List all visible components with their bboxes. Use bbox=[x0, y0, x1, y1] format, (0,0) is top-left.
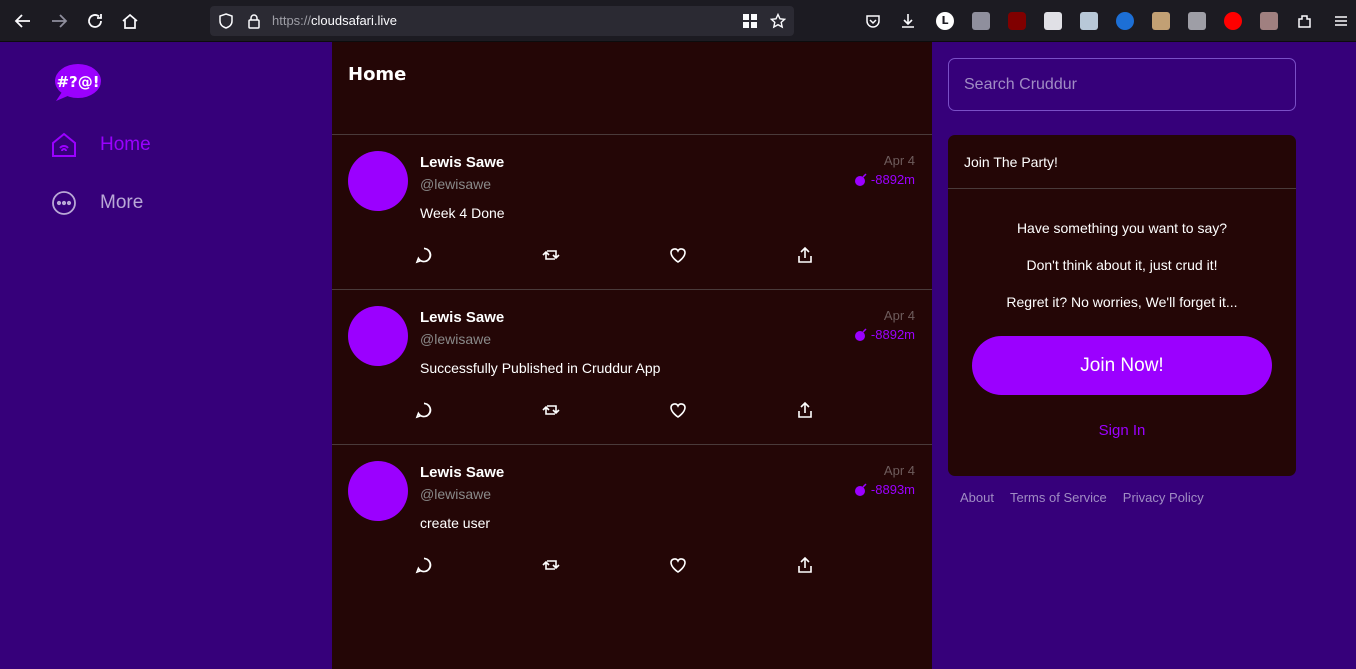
url-bar[interactable]: https://cloudsafari.live bbox=[210, 6, 794, 36]
forward-icon[interactable] bbox=[48, 10, 70, 32]
reload-icon[interactable] bbox=[84, 10, 106, 32]
post-date: Apr 4 bbox=[883, 308, 915, 323]
share-icon[interactable] bbox=[796, 246, 816, 266]
nav-item-home[interactable]: Home bbox=[50, 131, 151, 159]
sidebar: #?@! Home More bbox=[0, 42, 332, 669]
panel-line: Regret it? No worries, We'll forget it..… bbox=[1006, 294, 1238, 310]
more-icon bbox=[52, 191, 76, 215]
star-icon[interactable] bbox=[770, 13, 786, 29]
feed: Home Lewis Sawe @lewisawe Week 4 Done Ap… bbox=[332, 42, 932, 669]
logo-text: #?@! bbox=[56, 73, 99, 91]
right-column: Join The Party! Have something you want … bbox=[932, 42, 1356, 669]
like-icon[interactable] bbox=[669, 556, 689, 576]
extension-icon[interactable] bbox=[1188, 12, 1206, 30]
like-icon[interactable] bbox=[669, 401, 689, 421]
grid-icon[interactable] bbox=[742, 13, 758, 29]
post-text: create user bbox=[420, 515, 491, 531]
post-text: Successfully Published in Cruddur App bbox=[420, 360, 661, 376]
account-icon[interactable]: L bbox=[936, 12, 954, 30]
post-expiry: -8893m bbox=[854, 482, 915, 497]
download-icon[interactable] bbox=[899, 12, 917, 30]
youtube-icon[interactable] bbox=[1224, 12, 1242, 30]
post-date: Apr 4 bbox=[883, 153, 915, 168]
post-expiry-text: -8892m bbox=[870, 172, 915, 187]
avatar[interactable] bbox=[348, 151, 408, 211]
post-expiry: -8892m bbox=[854, 172, 915, 187]
bomb-icon bbox=[854, 482, 867, 496]
share-icon[interactable] bbox=[796, 401, 816, 421]
sign-in-link[interactable]: Sign In bbox=[948, 422, 1296, 439]
post[interactable]: Lewis Sawe @lewisawe Week 4 Done Apr 4 -… bbox=[332, 135, 932, 290]
shield-icon[interactable] bbox=[218, 13, 234, 29]
post-date: Apr 4 bbox=[883, 463, 915, 478]
home-icon[interactable] bbox=[119, 10, 141, 32]
post-author-name[interactable]: Lewis Sawe bbox=[420, 464, 504, 481]
like-icon[interactable] bbox=[669, 246, 689, 266]
privacy-link[interactable]: Privacy Policy bbox=[1123, 490, 1204, 505]
pocket-icon[interactable] bbox=[864, 12, 882, 30]
bomb-icon bbox=[854, 327, 867, 341]
url-host: cloudsafari.live bbox=[311, 13, 398, 28]
post-expiry: -8892m bbox=[854, 327, 915, 342]
nav-item-more[interactable]: More bbox=[50, 189, 143, 217]
url-text[interactable]: https://cloudsafari.live bbox=[272, 13, 397, 28]
page-title: Home bbox=[348, 64, 407, 85]
avatar[interactable] bbox=[348, 306, 408, 366]
search-input[interactable] bbox=[948, 58, 1296, 111]
reply-icon[interactable] bbox=[415, 246, 435, 266]
join-party-panel: Join The Party! Have something you want … bbox=[948, 135, 1296, 476]
ublock-icon[interactable] bbox=[1008, 12, 1026, 30]
post-actions bbox=[415, 556, 825, 576]
nav-item-label: More bbox=[100, 192, 144, 213]
back-icon[interactable] bbox=[12, 10, 34, 32]
extensions-icon[interactable] bbox=[1296, 12, 1314, 30]
nav-item-label: Home bbox=[100, 134, 151, 155]
post-expiry-text: -8893m bbox=[870, 482, 915, 497]
panel-line: Have something you want to say? bbox=[1016, 220, 1228, 236]
post-actions bbox=[415, 246, 825, 266]
reply-icon[interactable] bbox=[415, 401, 435, 421]
bomb-icon bbox=[854, 172, 867, 186]
post-author-handle[interactable]: @lewisawe bbox=[420, 486, 491, 502]
extension-icon[interactable] bbox=[972, 12, 990, 30]
home-icon bbox=[52, 132, 76, 157]
post-author-name[interactable]: Lewis Sawe bbox=[420, 309, 504, 326]
extension-icon[interactable] bbox=[1044, 12, 1062, 30]
extension-icon[interactable] bbox=[1152, 12, 1170, 30]
extension-icon[interactable] bbox=[1116, 12, 1134, 30]
extension-icon[interactable] bbox=[1260, 12, 1278, 30]
panel-line: Don't think about it, just crud it! bbox=[1026, 257, 1218, 273]
post-expiry-text: -8892m bbox=[870, 327, 915, 342]
extension-icon[interactable] bbox=[1080, 12, 1098, 30]
feed-header: Home bbox=[332, 42, 932, 135]
cruddur-logo[interactable]: #?@! bbox=[52, 62, 102, 102]
reply-icon[interactable] bbox=[415, 556, 435, 576]
post[interactable]: Lewis Sawe @lewisawe Successfully Publis… bbox=[332, 290, 932, 445]
avatar[interactable] bbox=[348, 461, 408, 521]
post-author-handle[interactable]: @lewisawe bbox=[420, 331, 491, 347]
post-author-name[interactable]: Lewis Sawe bbox=[420, 154, 504, 171]
url-scheme: https:// bbox=[272, 13, 312, 28]
join-now-button[interactable]: Join Now! bbox=[972, 336, 1272, 395]
post-author-handle[interactable]: @lewisawe bbox=[420, 176, 491, 192]
panel-title: Join The Party! bbox=[948, 135, 1296, 189]
terms-link[interactable]: Terms of Service bbox=[1010, 490, 1107, 505]
post[interactable]: Lewis Sawe @lewisawe create user Apr 4 -… bbox=[332, 445, 932, 600]
footer-links: About Terms of Service Privacy Policy bbox=[960, 490, 1204, 505]
about-link[interactable]: About bbox=[960, 490, 994, 505]
repost-icon[interactable] bbox=[542, 246, 562, 266]
post-actions bbox=[415, 401, 825, 421]
lock-icon[interactable] bbox=[246, 13, 262, 29]
share-icon[interactable] bbox=[796, 556, 816, 576]
post-text: Week 4 Done bbox=[420, 205, 505, 221]
repost-icon[interactable] bbox=[542, 401, 562, 421]
repost-icon[interactable] bbox=[542, 556, 562, 576]
browser-toolbar: https://cloudsafari.live L bbox=[0, 0, 1356, 42]
menu-icon[interactable] bbox=[1332, 12, 1350, 30]
